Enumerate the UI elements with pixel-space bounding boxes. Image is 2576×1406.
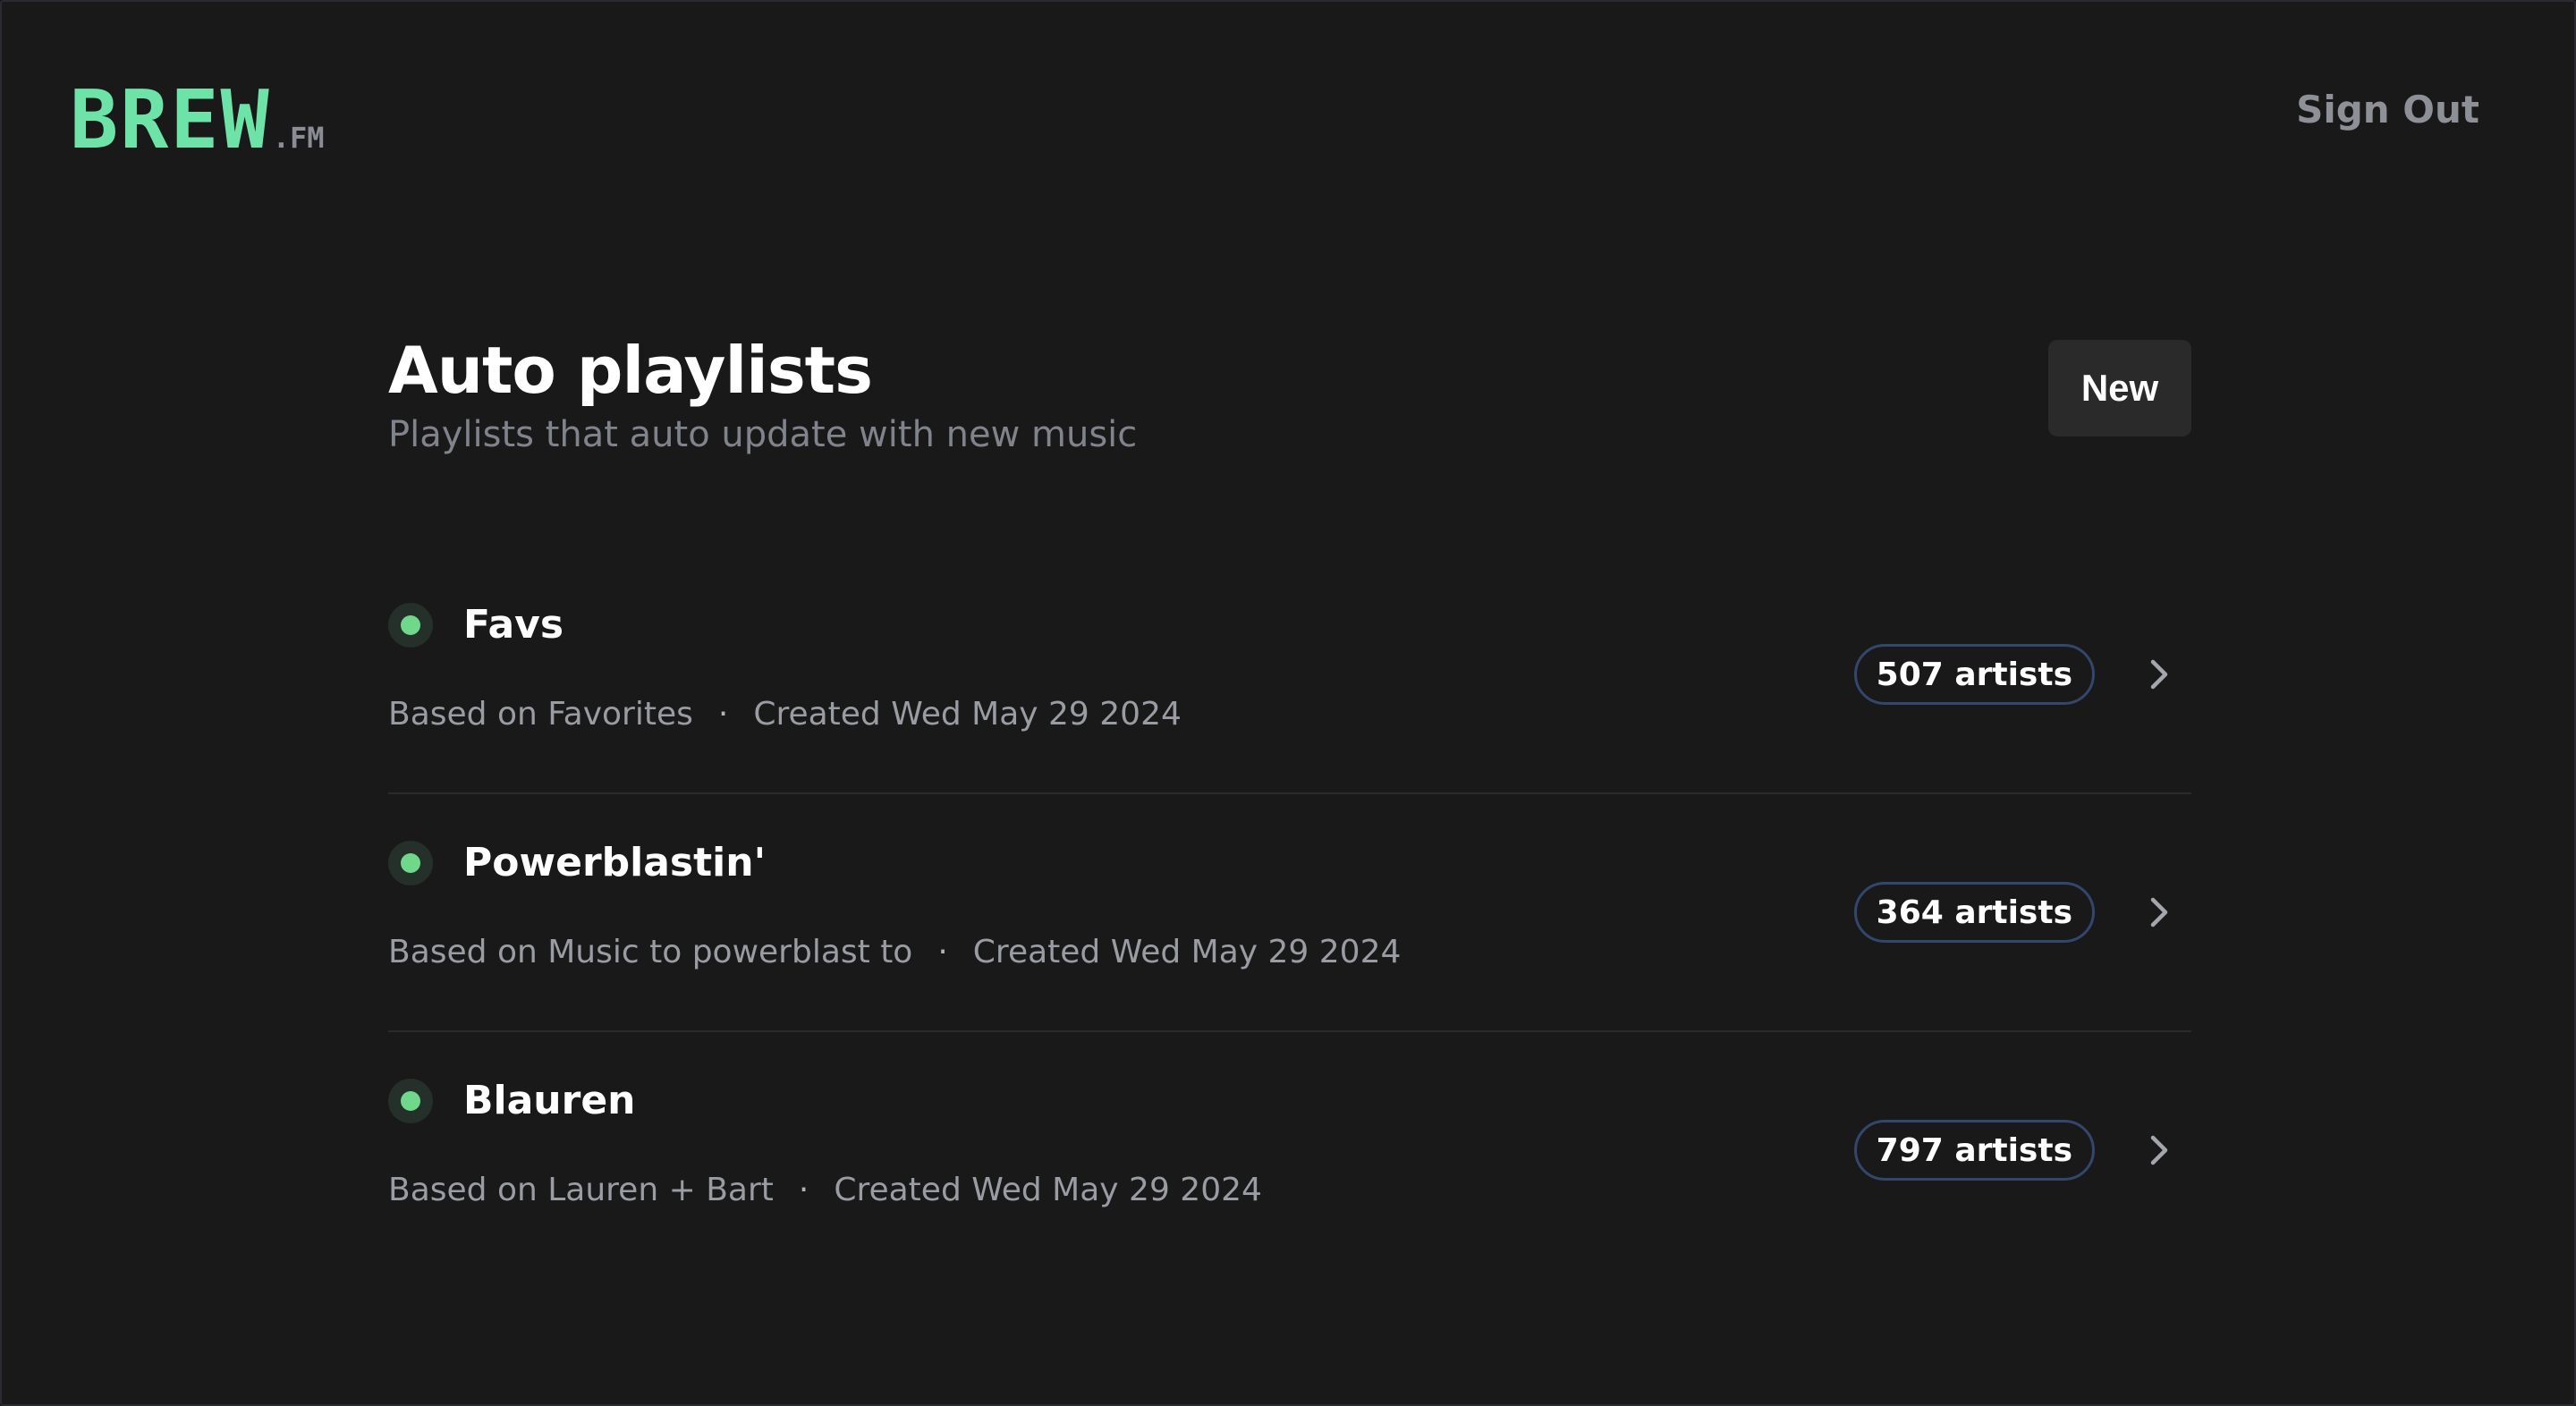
playlist-meta: Based on Lauren + Bart · Created Wed May 2… <box>388 1168 1262 1213</box>
playlist-row[interactable]: Blauren Based on Lauren + Bart · Created W… <box>388 1032 2191 1270</box>
chevron-right-icon[interactable] <box>2136 1127 2182 1173</box>
playlist-meta: Based on Music to powerblast to · Created … <box>388 930 1401 975</box>
main-content: Auto playlists Playlists that auto updat… <box>388 331 2191 1208</box>
new-playlist-button[interactable]: New <box>2048 340 2191 436</box>
playlist-created-date: Created Wed May 29 2024 <box>753 696 1182 733</box>
artist-count-badge: 797 artists <box>1853 1120 2095 1181</box>
status-dot-icon <box>388 603 433 648</box>
playlist-list: Favs Based on Favorites · Created Wed May … <box>388 556 2191 1270</box>
meta-separator: · <box>937 934 948 970</box>
playlist-name: Blauren <box>463 1078 636 1123</box>
playlist-source: Based on Music to powerblast to <box>388 934 913 970</box>
chevron-right-icon[interactable] <box>2136 889 2182 936</box>
playlist-created-date: Created Wed May 29 2024 <box>972 934 1402 970</box>
playlist-meta: Based on Favorites · Created Wed May 29 20… <box>388 692 1182 737</box>
playlist-row[interactable]: Favs Based on Favorites · Created Wed May … <box>388 556 2191 794</box>
playlist-row[interactable]: Powerblastin' Based on Music to powerbla… <box>388 794 2191 1032</box>
chevron-right-icon[interactable] <box>2136 651 2182 698</box>
page-title: Auto playlists <box>388 333 873 408</box>
playlist-created-date: Created Wed May 29 2024 <box>834 1172 1262 1208</box>
sign-out-link[interactable]: Sign Out <box>2296 88 2479 131</box>
artist-count-badge: 364 artists <box>1853 882 2095 943</box>
app-window: BREW .FM Sign Out Auto playlists Playlis… <box>0 0 2576 1406</box>
playlist-name: Powerblastin' <box>463 840 767 885</box>
page-subtitle: Playlists that auto update with new musi… <box>388 414 1138 455</box>
playlist-name: Favs <box>463 602 564 648</box>
logo-wordmark: BREW <box>70 73 271 167</box>
status-dot-icon <box>388 1079 433 1123</box>
brand-logo[interactable]: BREW .FM <box>70 80 325 161</box>
meta-separator: · <box>717 696 729 733</box>
meta-separator: · <box>798 1172 809 1208</box>
logo-suffix: .FM <box>272 121 325 155</box>
status-dot-icon <box>388 841 433 885</box>
playlist-source: Based on Favorites <box>388 696 693 733</box>
artist-count-badge: 507 artists <box>1853 644 2095 705</box>
playlist-source: Based on Lauren + Bart <box>388 1172 774 1208</box>
